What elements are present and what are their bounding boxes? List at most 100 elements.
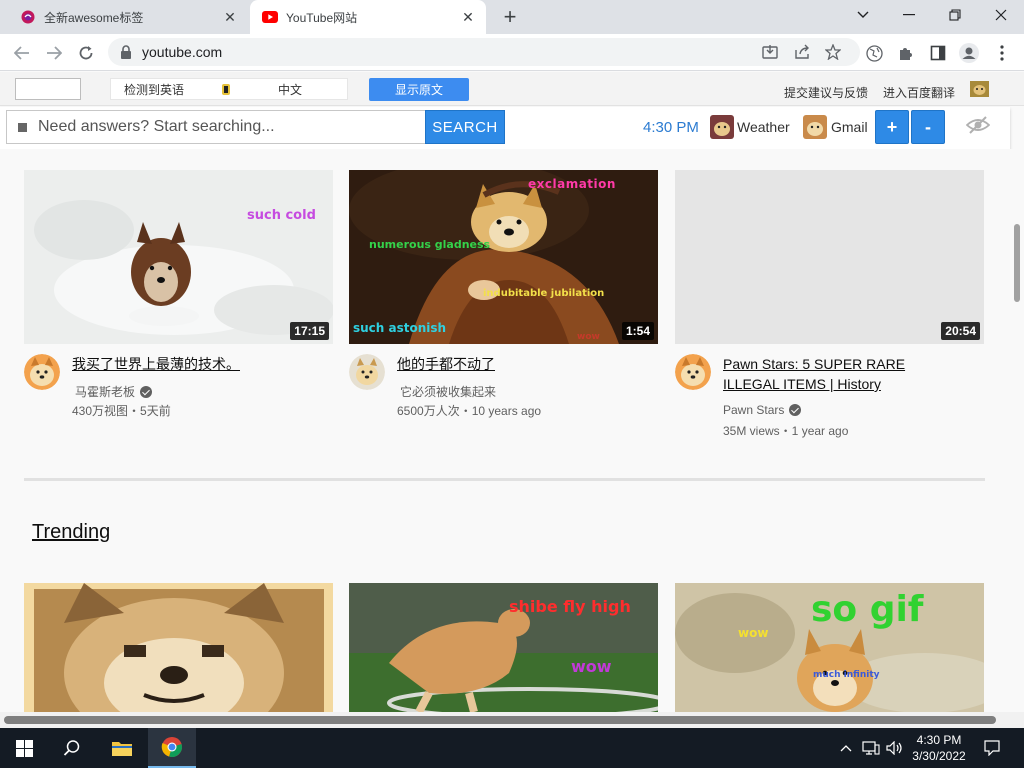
trending-thumbnail[interactable]: so gif wow much infinity <box>675 583 984 712</box>
lock-icon[interactable] <box>120 45 132 59</box>
doge-icon[interactable] <box>970 81 989 97</box>
trending-thumbnail[interactable]: shibe fly high wow <box>349 583 658 712</box>
volume-icon[interactable] <box>884 728 906 768</box>
search-icon <box>63 740 80 756</box>
browser-toolbar: youtube.com <box>0 34 1024 71</box>
channel-name-text: Pawn Stars <box>723 403 785 417</box>
tab-search-chevron-icon[interactable] <box>840 0 886 30</box>
close-tab-icon[interactable]: ✕ <box>220 7 240 27</box>
hide-eye-icon[interactable] <box>965 115 991 140</box>
bookmark-star-icon[interactable] <box>823 42 843 62</box>
file-explorer-button[interactable] <box>98 728 146 768</box>
video-title[interactable]: Pawn Stars: 5 SUPER RARE ILLEGAL ITEMS |… <box>723 354 963 394</box>
network-icon[interactable] <box>860 728 882 768</box>
start-button[interactable] <box>0 728 48 768</box>
horizontal-scroll-thumb[interactable] <box>4 716 996 724</box>
show-hidden-icons[interactable] <box>836 728 856 768</box>
extensions-puzzle-icon[interactable] <box>895 42 917 64</box>
video-thumbnail[interactable]: exclamation numerous gladness indubitabl… <box>349 170 658 344</box>
vertical-scrollbar[interactable] <box>1010 149 1024 712</box>
video-thumbnail[interactable]: such cold 17:15 <box>24 170 333 344</box>
duration-badge: 17:15 <box>290 322 329 340</box>
video-meta: 430万视图・5天前 <box>72 404 171 418</box>
target-language[interactable]: 中文 <box>278 81 302 98</box>
trending-thumbnail[interactable] <box>24 583 333 712</box>
minimize-button[interactable] <box>886 0 932 30</box>
swap-language-icon[interactable] <box>222 83 231 95</box>
channel-avatar[interactable] <box>675 354 711 390</box>
video-thumbnail-placeholder[interactable]: 20:54 <box>675 170 984 344</box>
windows-taskbar: 4:30 PM 3/30/2022 <box>0 728 1024 768</box>
feedback-link[interactable]: 提交建议与反馈 <box>784 84 868 101</box>
extension-globe-icon[interactable] <box>863 42 885 64</box>
weather-link[interactable]: Weather <box>737 119 790 135</box>
clock-text: 4:30 PM <box>643 119 699 136</box>
meme-text: such cold <box>247 208 316 223</box>
meme-text: wow <box>738 626 769 640</box>
profile-avatar-icon[interactable] <box>958 42 980 64</box>
browser-tabstrip: 全新awesome标签 ✕ YouTube网站 ✕ + <box>0 0 1024 34</box>
horizontal-scrollbar[interactable] <box>0 712 1024 728</box>
video-title[interactable]: 他的手都不动了 <box>397 354 637 374</box>
chrome-taskbar-button[interactable] <box>148 728 196 768</box>
taskbar-clock[interactable]: 4:30 PM 3/30/2022 <box>908 732 970 764</box>
back-button[interactable] <box>9 40 35 66</box>
search-input[interactable]: Need answers? Start searching... <box>6 110 426 144</box>
pixel-doge-image <box>24 583 333 712</box>
search-placeholder: Need answers? Start searching... <box>38 118 275 135</box>
channel-name[interactable]: 它必须被收集起来 <box>400 383 496 400</box>
search-taskbar-button[interactable] <box>48 728 96 768</box>
new-tab-button[interactable]: + <box>498 5 522 29</box>
taskbar-date: 3/30/2022 <box>912 749 966 763</box>
channel-avatar[interactable] <box>24 354 60 390</box>
video-title[interactable]: 我买了世界上最薄的技术。 <box>72 354 312 374</box>
meme-text: exclamation <box>528 177 616 191</box>
taskbar-time: 4:30 PM <box>916 733 962 747</box>
weather-doge-icon[interactable] <box>710 115 734 139</box>
tab-awesome[interactable]: 全新awesome标签 ✕ <box>8 0 248 34</box>
detected-language[interactable]: 检测到英语 <box>124 81 184 98</box>
share-icon[interactable] <box>792 42 812 62</box>
language-selector[interactable]: 检测到英语 中文 <box>110 78 348 100</box>
windows-logo-icon <box>15 739 33 757</box>
snow-doge-image <box>24 170 333 344</box>
restore-button[interactable] <box>932 0 978 30</box>
verified-icon <box>789 404 802 416</box>
meme-text: much infinity <box>813 670 880 680</box>
section-divider <box>24 478 985 481</box>
more-menu-icon[interactable] <box>991 42 1013 64</box>
meme-text: indubitable jubilation <box>483 288 605 299</box>
url-text: youtube.com <box>142 44 223 60</box>
channel-avatar[interactable] <box>349 354 385 390</box>
channel-name[interactable]: 马霍斯老板 <box>75 383 153 400</box>
close-tab-icon[interactable]: ✕ <box>458 7 478 27</box>
channel-name[interactable]: Pawn Stars <box>723 403 802 417</box>
zoom-out-button[interactable]: - <box>911 110 945 144</box>
verified-icon <box>140 385 153 398</box>
zoom-in-button[interactable]: + <box>875 110 909 144</box>
address-bar[interactable]: youtube.com <box>108 38 860 66</box>
baidu-translate-link[interactable]: 进入百度翻译 <box>883 84 955 101</box>
meme-text: shibe fly high <box>509 597 631 616</box>
youtube-content: such cold 17:15 我买了世界上最薄的技术。 马霍斯老板 430万视… <box>0 149 1010 712</box>
close-window-button[interactable] <box>978 0 1024 30</box>
forward-button[interactable] <box>41 40 67 66</box>
tab-youtube[interactable]: YouTube网站 ✕ <box>250 0 486 34</box>
translate-logo-image <box>15 78 81 100</box>
tab-title: 全新awesome标签 <box>44 10 144 25</box>
side-panel-icon[interactable] <box>927 42 949 64</box>
meme-text: wow <box>577 332 600 342</box>
gmail-doge-icon[interactable] <box>803 115 827 139</box>
meme-text: wow <box>571 657 612 676</box>
search-field-icon <box>18 122 27 132</box>
vertical-scroll-thumb[interactable] <box>1014 224 1020 302</box>
gmail-link[interactable]: Gmail <box>831 119 868 135</box>
reload-button[interactable] <box>73 40 99 66</box>
notifications-button[interactable] <box>978 728 1006 768</box>
duration-badge: 1:54 <box>621 322 654 340</box>
search-button[interactable]: SEARCH <box>425 110 505 144</box>
show-original-button[interactable]: 显示原文 <box>369 78 469 101</box>
install-icon[interactable] <box>760 42 780 62</box>
awesome-tab-icon <box>20 9 36 25</box>
trending-heading[interactable]: Trending <box>32 521 110 544</box>
